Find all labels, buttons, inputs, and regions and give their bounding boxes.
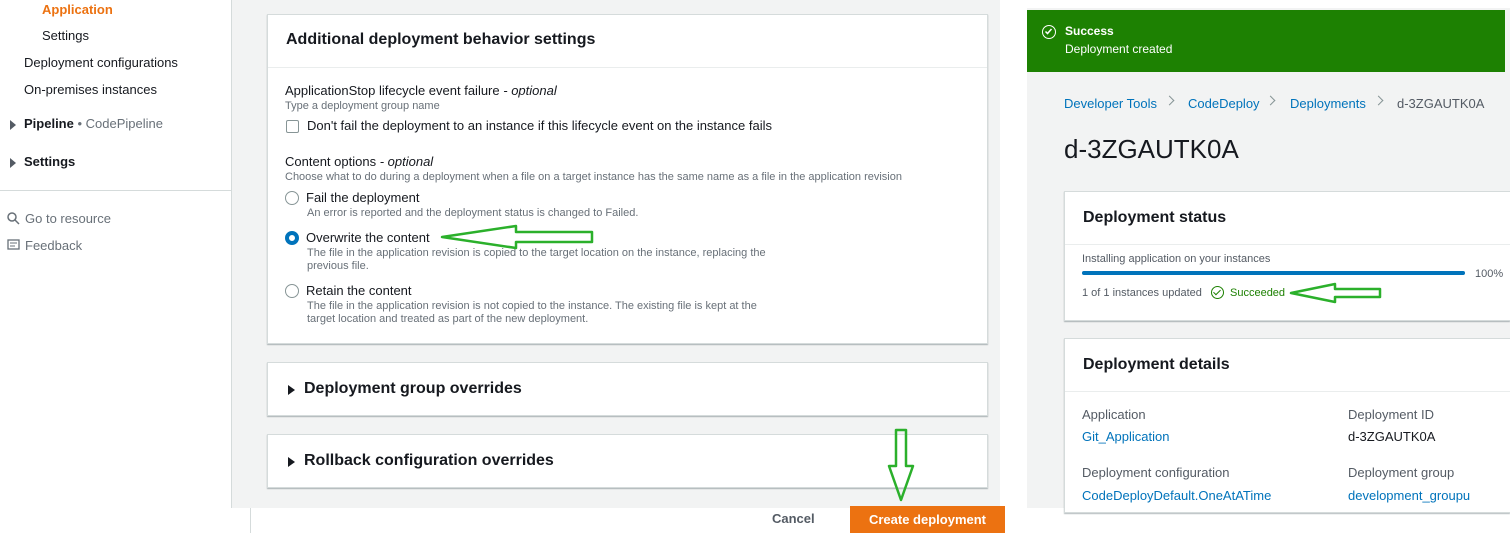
deployment-id-value: d-3ZGAUTK0A: [1348, 429, 1436, 444]
option-retain-label[interactable]: Retain the content: [306, 283, 412, 298]
create-deployment-button[interactable]: Create deployment: [850, 506, 1005, 533]
application-link[interactable]: Git_Application: [1082, 429, 1169, 444]
deployment-details-title: Deployment details: [1065, 339, 1510, 392]
cancel-button[interactable]: Cancel: [772, 511, 815, 526]
search-icon: [7, 212, 20, 225]
deployment-details-card: Deployment details: [1064, 338, 1510, 513]
sidebar: Application Settings Deployment configur…: [0, 0, 232, 508]
appstop-label: ApplicationStop lifecycle event failure …: [285, 83, 557, 98]
deployment-group-label: Deployment group: [1348, 465, 1455, 480]
pipeline-sub-label: CodePipeline: [85, 116, 164, 131]
success-check-icon: [1211, 286, 1224, 299]
sidebar-item-settings[interactable]: Settings: [42, 28, 89, 43]
status-badge: Succeeded: [1230, 287, 1286, 299]
option-overwrite-label[interactable]: Overwrite the content: [306, 230, 430, 245]
go-to-resource-link[interactable]: Go to resource: [25, 211, 111, 226]
deployment-group-link[interactable]: development_groupu: [1348, 488, 1470, 503]
expand-triangle-icon[interactable]: [288, 457, 295, 467]
progress-bar: [1082, 271, 1465, 275]
instances-updated: 1 of 1 instances updated: [1082, 287, 1202, 299]
rollback-overrides-card[interactable]: Rollback configuration overrides: [267, 434, 988, 488]
optional-tag: - optional: [503, 83, 557, 98]
success-check-icon: [1042, 25, 1056, 39]
feedback-icon: [7, 239, 20, 250]
success-flash: Success Deployment created: [1027, 10, 1505, 72]
progress-percent: 100%: [1475, 268, 1504, 280]
deployment-status-title: Deployment status: [1065, 192, 1510, 245]
sidebar-section-pipeline[interactable]: Pipeline • CodePipeline: [24, 116, 163, 131]
appstop-hint: Type a deployment group name: [285, 100, 440, 112]
progress-fill: [1082, 271, 1465, 275]
sidebar-item-deployment-configurations[interactable]: Deployment configurations: [24, 55, 178, 70]
option-fail-label[interactable]: Fail the deployment: [306, 190, 419, 205]
pipeline-label: Pipeline: [24, 116, 74, 131]
radio-overwrite-content[interactable]: [285, 231, 299, 245]
breadcrumb-codedeploy[interactable]: CodeDeploy: [1188, 96, 1260, 111]
content-options-label: Content options - optional: [285, 154, 433, 169]
breadcrumb-current: d-3ZGAUTK0A: [1397, 96, 1485, 111]
appstop-checkbox-label[interactable]: Don't fail the deployment to an instance…: [307, 118, 772, 133]
feedback-link[interactable]: Feedback: [25, 238, 82, 253]
option-fail-desc: An error is reported and the deployment …: [307, 207, 639, 219]
behavior-settings-title: Additional deployment behavior settings: [268, 15, 987, 68]
appstop-checkbox[interactable]: [286, 120, 299, 133]
deployment-config-link[interactable]: CodeDeployDefault.OneAtATime: [1082, 488, 1271, 503]
breadcrumb-developer-tools[interactable]: Developer Tools: [1064, 96, 1157, 111]
sidebar-item-application[interactable]: Application: [42, 2, 113, 17]
sidebar-item-on-premises-instances[interactable]: On-premises instances: [24, 82, 157, 97]
pipeline-bullet: •: [77, 116, 83, 131]
expand-triangle-icon[interactable]: [288, 385, 295, 395]
appstop-label-text: ApplicationStop lifecycle event failure: [285, 83, 500, 98]
option-retain-desc: The file in the application revision is …: [307, 300, 757, 325]
deployment-group-overrides-card[interactable]: Deployment group overrides: [267, 362, 988, 416]
content-options-label-text: Content options: [285, 154, 377, 169]
radio-retain-content[interactable]: [285, 284, 299, 298]
caret-right-icon[interactable]: [10, 120, 16, 130]
page-title: d-3ZGAUTK0A: [1064, 134, 1239, 164]
rollback-overrides-title[interactable]: Rollback configuration overrides: [304, 452, 554, 470]
option-overwrite-desc: The file in the application revision is …: [307, 247, 766, 272]
breadcrumb-deployments[interactable]: Deployments: [1290, 96, 1366, 111]
status-step-label: Installing application on your instances: [1082, 253, 1271, 265]
deployment-id-label: Deployment ID: [1348, 407, 1434, 422]
application-label: Application: [1082, 407, 1146, 422]
flash-message: Deployment created: [1065, 42, 1173, 56]
content-options-hint: Choose what to do during a deployment wh…: [285, 171, 902, 183]
caret-right-icon[interactable]: [10, 158, 16, 168]
radio-fail-deployment[interactable]: [285, 191, 299, 205]
sidebar-section-settings[interactable]: Settings: [24, 154, 75, 169]
flash-title: Success: [1065, 24, 1114, 38]
sidebar-divider: [0, 190, 232, 191]
optional-tag: - optional: [379, 154, 434, 169]
deployment-group-overrides-title[interactable]: Deployment group overrides: [304, 380, 522, 398]
deployment-config-label: Deployment configuration: [1082, 465, 1230, 480]
